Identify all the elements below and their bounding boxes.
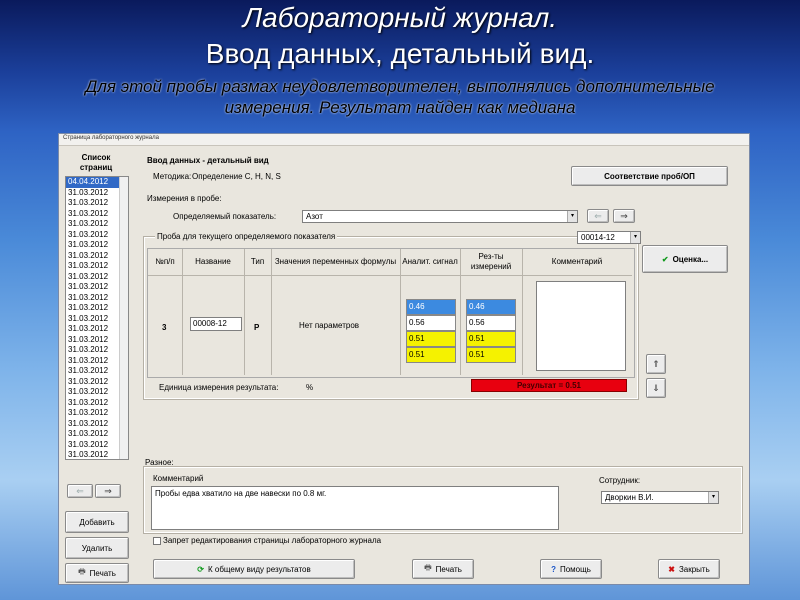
assess-label: Оценка...	[672, 254, 709, 264]
print-label: Печать	[435, 564, 462, 574]
close-button[interactable]: ✖ Закрыть	[658, 559, 720, 579]
signal-cell[interactable]: 0.46	[406, 299, 456, 315]
row-formula: Нет параметров	[299, 321, 360, 330]
indicator-prev-button[interactable]: ⇐	[587, 209, 609, 223]
arrow-down-icon: ⇓	[652, 382, 660, 393]
slide-title-line2: Ввод данных, детальный вид.	[205, 38, 595, 69]
method-value: Определение C, H, N, S	[192, 172, 281, 181]
comment-field[interactable]: Пробы едва хватило на две навески по 0.8…	[151, 486, 559, 530]
col-formula-header: Значения переменных формулы	[271, 249, 400, 276]
row-num: 3	[162, 323, 167, 332]
slide-subtitle: Для этой пробы размах неудовлетворителен…	[85, 77, 715, 117]
sample-select[interactable]: 00014-12 ▾	[577, 231, 641, 244]
page-prev-button[interactable]: ⇐	[67, 484, 93, 498]
print-page-button[interactable]: 🖶 Печать	[65, 563, 129, 583]
col-signal-header: Аналит. сигнал	[400, 249, 460, 276]
arrow-up-icon: ⇑	[652, 358, 660, 369]
move-up-button[interactable]: ⇑	[646, 354, 666, 374]
method-label: Методика:	[153, 172, 192, 181]
page-list[interactable]: 04.04.2012 31.03.2012 31.03.2012 31.03.2012…	[65, 176, 129, 460]
page-list-scrollbar[interactable]	[119, 177, 128, 459]
measurements-label: Измерения в пробе:	[147, 194, 222, 203]
close-icon: ✖	[668, 564, 675, 574]
col-num: №п/п 3	[148, 249, 183, 375]
add-page-label: Добавить	[79, 517, 115, 527]
indicator-value: Азот	[306, 212, 323, 221]
slide-title-line1: Лабораторный журнал.	[242, 2, 558, 33]
employee-select[interactable]: Дворкин В.И. ▾	[601, 491, 719, 504]
delete-page-label: Удалить	[81, 543, 113, 553]
indicator-label: Определяемый показатель:	[173, 212, 277, 221]
signal-cell[interactable]: 0.56	[406, 315, 456, 331]
close-label: Закрыть	[678, 564, 710, 574]
lab-journal-window: Страница лабораторного журнала Список ст…	[58, 133, 750, 585]
col-formula: Значения переменных формулы Нет параметр…	[271, 249, 401, 375]
col-comment-header: Комментарий	[522, 249, 632, 276]
employee-label: Сотрудник:	[599, 476, 641, 485]
signal-cell[interactable]: 0.51	[406, 331, 456, 347]
unit-label: Единица измерения результата:	[159, 383, 279, 392]
col-type-header: Тип	[244, 249, 271, 276]
help-button[interactable]: ? Помощь	[540, 559, 602, 579]
page-list-header: Список страниц	[79, 153, 113, 172]
chevron-down-icon[interactable]: ▾	[567, 211, 577, 222]
arrow-left-icon: ⇐	[594, 210, 602, 221]
row-comment-field[interactable]	[536, 281, 626, 371]
indicator-next-button[interactable]: ⇒	[613, 209, 635, 223]
row-name-field[interactable]: 00008-12	[190, 317, 242, 331]
window-title: Страница лабораторного журнала	[63, 135, 159, 141]
move-down-button[interactable]: ⇓	[646, 378, 666, 398]
help-icon: ?	[551, 564, 556, 574]
col-name: Название 00008-12	[182, 249, 245, 375]
measurements-grid: №п/п 3 Название 00008-12 Тип P Значения …	[147, 248, 635, 378]
result-indicator: Результат = 0.51	[471, 379, 627, 392]
col-num-header: №п/п	[148, 249, 182, 276]
window-titlebar: Страница лабораторного журнала	[59, 134, 749, 146]
chevron-down-icon[interactable]: ▾	[708, 492, 718, 503]
col-type: Тип P	[244, 249, 272, 375]
arrow-right-icon: ⇒	[104, 485, 112, 496]
lock-checkbox[interactable]	[153, 537, 161, 545]
result-cell[interactable]: 0.51	[466, 331, 516, 347]
row-type: P	[254, 323, 260, 332]
chevron-down-icon[interactable]: ▾	[630, 232, 640, 243]
overview-label: К общему виду результатов	[207, 564, 311, 574]
col-results: Рез-ты измерений 0.46 0.56 0.51 0.51	[460, 249, 523, 375]
arrow-left-icon: ⇐	[76, 485, 84, 496]
delete-page-button[interactable]: Удалить	[65, 537, 129, 559]
printer-icon: 🖶	[424, 563, 432, 572]
print-button[interactable]: 🖶 Печать	[412, 559, 474, 579]
col-name-header: Название	[182, 249, 244, 276]
col-comment: Комментарий	[522, 249, 632, 375]
detail-heading: Ввод данных - детальный вид	[147, 156, 269, 165]
overview-button[interactable]: ⟳ К общему виду результатов	[153, 559, 355, 579]
arrow-right-icon: ⇒	[620, 210, 628, 221]
printer-icon: 🖶	[78, 567, 86, 576]
checkmark-icon: ✔	[661, 254, 669, 264]
sample-match-label: Соответствие проб/ОП	[604, 171, 695, 181]
signal-cell[interactable]: 0.51	[406, 347, 456, 363]
col-signal: Аналит. сигнал 0.46 0.56 0.51 0.51	[400, 249, 461, 375]
sample-select-value: 00014-12	[581, 233, 615, 242]
lock-label: Запрет редактирования страницы лаборатор…	[163, 536, 382, 545]
unit-value: %	[306, 383, 314, 392]
indicator-select[interactable]: Азот ▾	[302, 210, 578, 223]
col-results-header: Рез-ты измерений	[460, 249, 522, 276]
refresh-icon: ⟳	[197, 564, 204, 574]
result-cell[interactable]: 0.56	[466, 315, 516, 331]
result-cell[interactable]: 0.46	[466, 299, 516, 315]
employee-value: Дворкин В.И.	[605, 493, 654, 502]
page-next-button[interactable]: ⇒	[95, 484, 121, 498]
comment-label: Комментарий	[153, 474, 204, 483]
print-page-label: Печать	[89, 568, 116, 578]
add-page-button[interactable]: Добавить	[65, 511, 129, 533]
help-label: Помощь	[559, 564, 591, 574]
sample-match-button[interactable]: Соответствие проб/ОП	[571, 166, 728, 186]
sample-group-label: Проба для текущего определяемого показат…	[155, 232, 338, 241]
result-cell[interactable]: 0.51	[466, 347, 516, 363]
assess-button[interactable]: ✔ Оценка...	[642, 245, 728, 273]
